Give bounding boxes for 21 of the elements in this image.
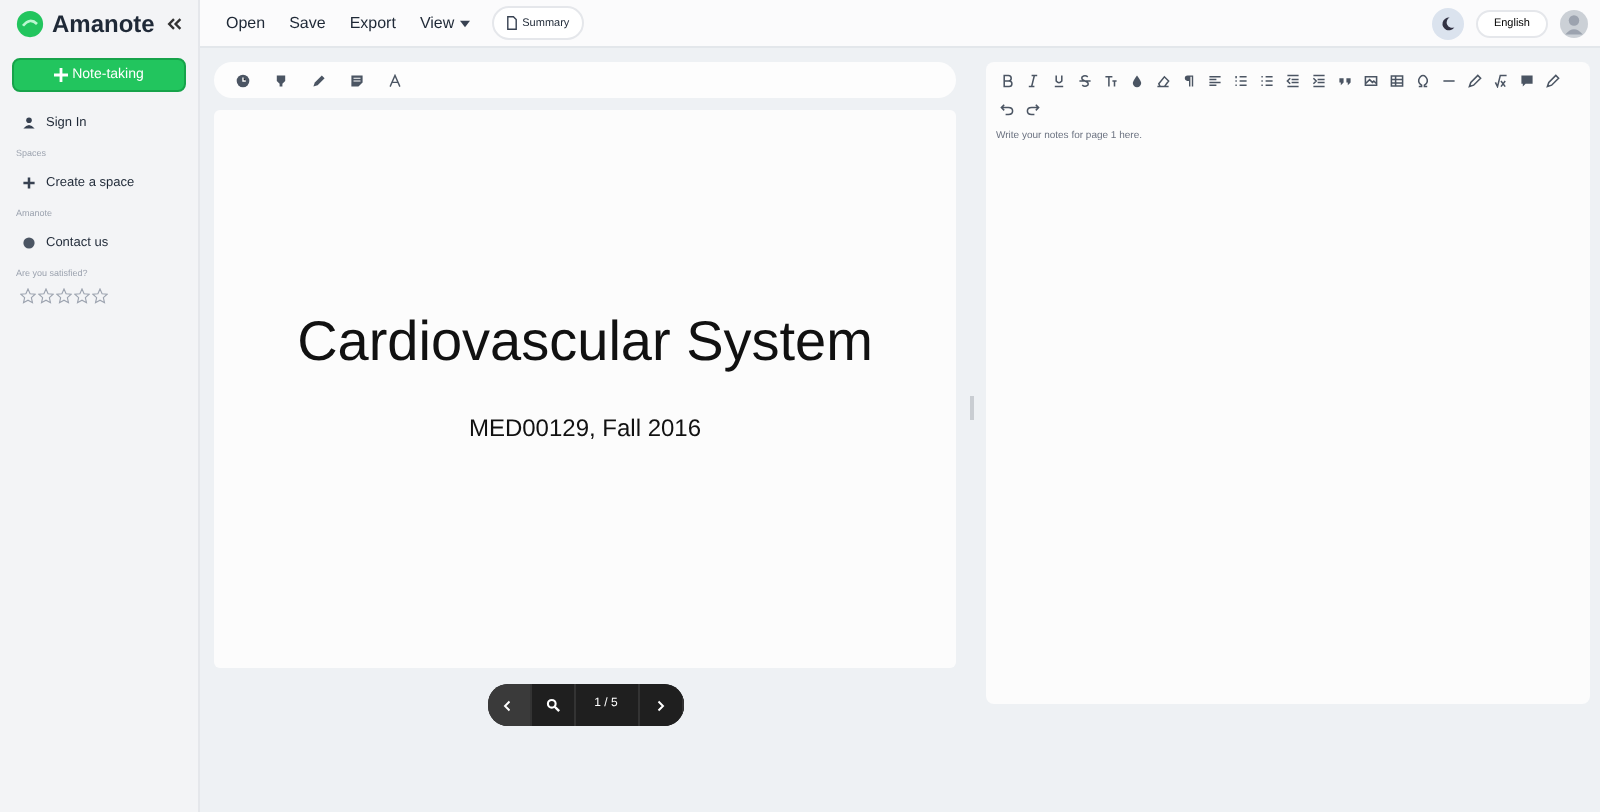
menu-item[interactable]: View: [409, 10, 481, 36]
collapse-icon[interactable]: [166, 16, 182, 32]
search-icon: [545, 698, 559, 712]
document-icon: [506, 16, 519, 30]
plus-icon: [54, 68, 69, 82]
plus-icon: [22, 176, 36, 190]
moon-icon: [1439, 15, 1456, 31]
previous-button[interactable]: [487, 684, 531, 726]
person-icon: [22, 116, 36, 130]
resize-handle[interactable]: [969, 395, 973, 419]
menu-item[interactable]: Save: [279, 10, 336, 36]
menu-item[interactable]: Export: [339, 10, 406, 36]
app-name: Amanote: [52, 10, 157, 38]
caret-icon: [460, 19, 471, 27]
menu-item[interactable]: Open: [216, 10, 276, 36]
dark-mode-button[interactable]: [1431, 7, 1464, 39]
chevron-left-icon: [502, 699, 514, 711]
chevron-right-icon: [654, 699, 666, 711]
logo-icon: [16, 10, 44, 38]
slide-subtitle: MED00129, Fall 2016: [468, 414, 702, 442]
slide-title: Cardiovascular System: [297, 310, 873, 374]
